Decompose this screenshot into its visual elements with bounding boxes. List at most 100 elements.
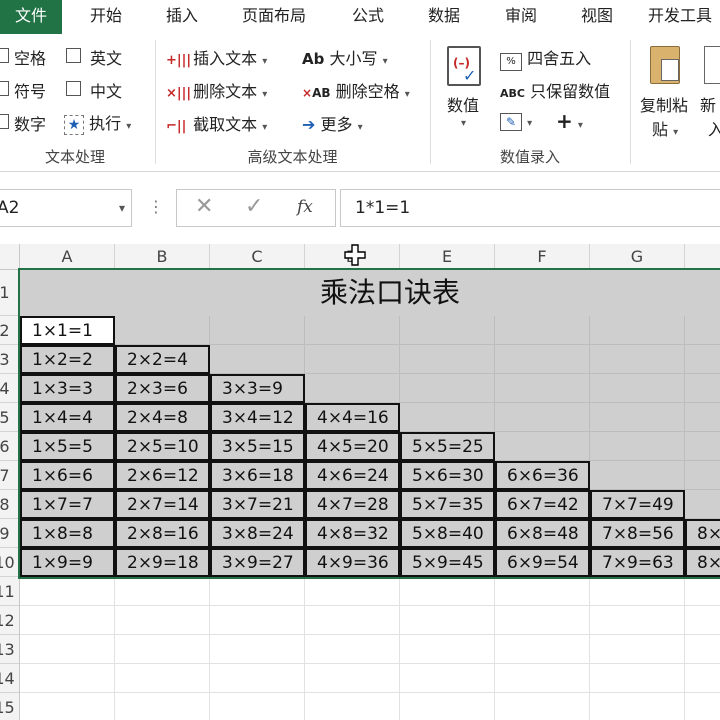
table-cell[interactable]: 5×7=35: [400, 490, 495, 519]
table-cell[interactable]: 1×2=2: [20, 345, 115, 374]
table-cell[interactable]: 3×9=27: [210, 548, 305, 577]
table-cell[interactable]: 3×8=24: [210, 519, 305, 548]
chevron-down-icon[interactable]: ▾: [119, 190, 125, 226]
checkbox-number[interactable]: [0, 114, 9, 129]
case-button[interactable]: Ab 大小写 ▾: [302, 45, 388, 69]
table-cell[interactable]: 5×8=40: [400, 519, 495, 548]
table-cell[interactable]: 1×6=6: [20, 461, 115, 490]
new-button[interactable]: 新 入: [700, 42, 720, 142]
row-header-4[interactable]: 4: [0, 374, 20, 403]
insert-text-button[interactable]: +||| 插入文本 ▾: [166, 45, 267, 69]
table-cell[interactable]: 1×8=8: [20, 519, 115, 548]
table-cell[interactable]: 6×6=36: [495, 461, 590, 490]
tab-formulas[interactable]: 公式: [340, 0, 396, 34]
delete-text-button[interactable]: ×||| 删除文本 ▾: [166, 78, 267, 102]
value-button[interactable]: (–) ✓ 数值 ▾: [443, 42, 487, 138]
row-header-13[interactable]: 13: [0, 635, 20, 664]
table-cell[interactable]: 3×7=21: [210, 490, 305, 519]
row-header-8[interactable]: 8: [0, 490, 20, 519]
column-header-a[interactable]: A: [20, 244, 115, 270]
row-header-5[interactable]: 5: [0, 403, 20, 432]
column-header-h[interactable]: H: [685, 244, 720, 270]
extract-text-button[interactable]: ⌐|| 截取文本 ▾: [166, 111, 267, 135]
tab-data[interactable]: 数据: [416, 0, 472, 34]
table-cell[interactable]: 8×8=64: [685, 519, 720, 548]
row-header-14[interactable]: 14: [0, 664, 20, 693]
enter-icon[interactable]: ✓: [245, 194, 263, 219]
table-cell[interactable]: 4×4=16: [305, 403, 400, 432]
column-header-c[interactable]: C: [210, 244, 305, 270]
table-cell[interactable]: 2×6=12: [115, 461, 210, 490]
checkbox-english[interactable]: [66, 48, 81, 63]
table-cell[interactable]: 2×2=4: [115, 345, 210, 374]
table-cell[interactable]: 1×9=9: [20, 548, 115, 577]
tab-view[interactable]: 视图: [569, 0, 625, 34]
row-header-7[interactable]: 7: [0, 461, 20, 490]
table-cell[interactable]: 6×9=54: [495, 548, 590, 577]
table-cell[interactable]: 1×3=3: [20, 374, 115, 403]
column-header-g[interactable]: G: [590, 244, 685, 270]
name-box[interactable]: A2 ▾: [0, 189, 132, 227]
select-all-corner[interactable]: [0, 244, 20, 270]
row-header-9[interactable]: 9: [0, 519, 20, 548]
tab-developer[interactable]: 开发工具: [648, 0, 720, 34]
formula-bar-handle[interactable]: ⋮: [148, 197, 164, 216]
table-cell[interactable]: 4×7=28: [305, 490, 400, 519]
column-header-e[interactable]: E: [400, 244, 495, 270]
copy-paste-button[interactable]: 复制粘 贴 ▾: [640, 42, 696, 142]
row-header-2[interactable]: 2: [0, 316, 20, 345]
tab-file[interactable]: 文件: [0, 0, 62, 34]
row-header-11[interactable]: 11: [0, 577, 20, 606]
table-cell[interactable]: 3×5=15: [210, 432, 305, 461]
row-header-10[interactable]: 10: [0, 548, 20, 577]
insert-function-icon[interactable]: fx: [297, 197, 313, 217]
table-cell[interactable]: 5×9=45: [400, 548, 495, 577]
table-cell[interactable]: 2×7=14: [115, 490, 210, 519]
table-cell[interactable]: 2×8=16: [115, 519, 210, 548]
table-cell[interactable]: 2×3=6: [115, 374, 210, 403]
checkbox-space[interactable]: [0, 48, 9, 63]
table-cell[interactable]: 1×4=4: [20, 403, 115, 432]
table-cell[interactable]: 1×7=7: [20, 490, 115, 519]
column-header-b[interactable]: B: [115, 244, 210, 270]
table-cell[interactable]: 7×8=56: [590, 519, 685, 548]
table-cell[interactable]: 5×6=30: [400, 461, 495, 490]
table-cell[interactable]: 2×5=10: [115, 432, 210, 461]
table-cell[interactable]: 2×9=18: [115, 548, 210, 577]
sheet-title[interactable]: 乘法口诀表: [20, 270, 720, 316]
table-cell[interactable]: 6×7=42: [495, 490, 590, 519]
table-cell[interactable]: 4×6=24: [305, 461, 400, 490]
more-button[interactable]: ➔ 更多 ▾: [302, 111, 363, 135]
remove-space-button[interactable]: ×AB 删除空格 ▾: [302, 78, 410, 102]
active-cell[interactable]: 1×1=1: [20, 316, 115, 345]
table-cell[interactable]: 1×5=5: [20, 432, 115, 461]
plus-button[interactable]: + ▾: [556, 109, 583, 133]
column-header-f[interactable]: F: [495, 244, 590, 270]
tab-review[interactable]: 审阅: [493, 0, 549, 34]
table-cell[interactable]: 4×9=36: [305, 548, 400, 577]
checkbox-symbol[interactable]: [0, 81, 9, 96]
row-header-1[interactable]: 1: [0, 270, 20, 316]
row-header-3[interactable]: 3: [0, 345, 20, 374]
row-header-12[interactable]: 12: [0, 606, 20, 635]
row-header-6[interactable]: 6: [0, 432, 20, 461]
cancel-icon[interactable]: ✕: [195, 194, 213, 219]
table-cell[interactable]: 3×6=18: [210, 461, 305, 490]
spreadsheet-grid[interactable]: ABCDEFGH123456789101112131415乘法口诀表1×1=11…: [0, 244, 720, 720]
table-cell[interactable]: 8×9=72: [685, 548, 720, 577]
table-cell[interactable]: 4×5=20: [305, 432, 400, 461]
row-header-15[interactable]: 15: [0, 693, 20, 720]
tab-insert[interactable]: 插入: [154, 0, 210, 34]
execute-button[interactable]: ★ 执行 ▾: [64, 110, 131, 135]
table-cell[interactable]: 7×9=63: [590, 548, 685, 577]
edit-chart-button[interactable]: ✎ ▾: [500, 111, 532, 131]
table-cell[interactable]: 3×4=12: [210, 403, 305, 432]
table-cell[interactable]: 2×4=8: [115, 403, 210, 432]
table-cell[interactable]: 3×3=9: [210, 374, 305, 403]
tab-page-layout[interactable]: 页面布局: [228, 0, 320, 34]
formula-input[interactable]: 1*1=1: [340, 189, 720, 227]
table-cell[interactable]: 4×8=32: [305, 519, 400, 548]
checkbox-chinese[interactable]: [66, 81, 81, 96]
table-cell[interactable]: 6×8=48: [495, 519, 590, 548]
table-cell[interactable]: 5×5=25: [400, 432, 495, 461]
